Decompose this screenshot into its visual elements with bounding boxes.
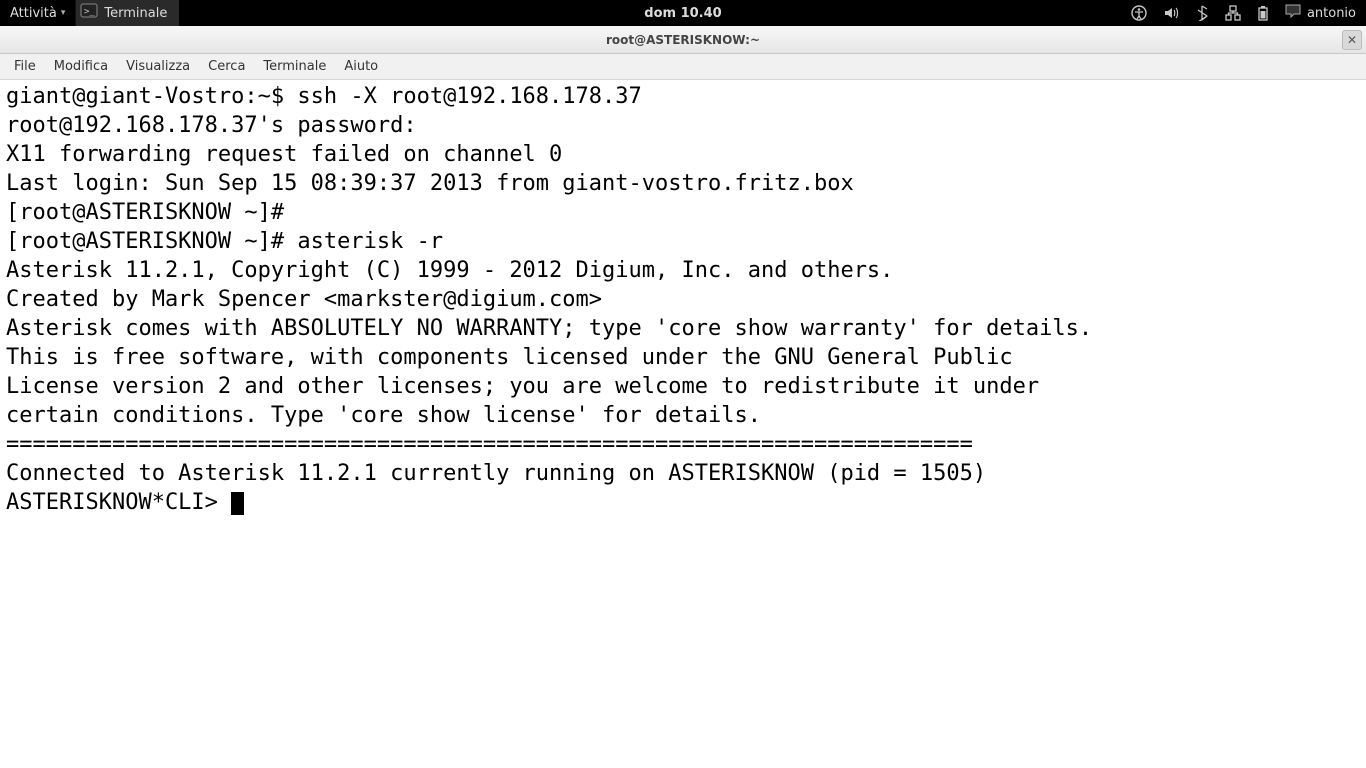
bluetooth-icon[interactable] [1195,5,1209,21]
accessibility-icon[interactable] [1131,5,1147,21]
chevron-down-icon: ▾ [61,8,66,18]
activities-label: Attività [10,6,57,21]
terminal-prompt: ASTERISKNOW*CLI> [6,490,231,515]
user-name: antonio [1307,6,1356,21]
clock-text: dom 10.40 [644,6,721,21]
battery-icon[interactable] [1257,5,1269,21]
close-icon: ✕ [1347,33,1357,47]
terminal-viewport[interactable]: giant@giant-Vostro:~$ ssh -X root@192.16… [0,80,1366,768]
menubar: File Modifica Visualizza Cerca Terminale… [0,54,1366,80]
network-wired-icon[interactable] [1225,5,1241,21]
menu-file[interactable]: File [6,56,44,77]
topbar-right: antonio [1131,0,1366,26]
clock[interactable]: dom 10.40 [644,6,721,21]
terminal-window: root@ASTERISKNOW:~ ✕ File Modifica Visua… [0,26,1366,768]
window-title: root@ASTERISKNOW:~ [606,33,760,47]
close-button[interactable]: ✕ [1342,30,1362,50]
active-app-button[interactable]: >_ Terminale [75,0,179,26]
gnome-topbar: Attività ▾ >_ Terminale dom 10.40 [0,0,1366,26]
volume-icon[interactable] [1163,5,1179,21]
menu-edit[interactable]: Modifica [46,56,116,77]
terminal-cursor [231,492,244,515]
activities-button[interactable]: Attività ▾ [0,0,75,26]
topbar-left: Attività ▾ >_ Terminale [0,0,179,26]
user-menu[interactable]: antonio [1285,4,1356,22]
menu-help[interactable]: Aiuto [336,56,386,77]
menu-view[interactable]: Visualizza [118,56,198,77]
svg-text:>_: >_ [84,7,95,17]
window-titlebar[interactable]: root@ASTERISKNOW:~ ✕ [0,26,1366,54]
active-app-label: Terminale [104,6,167,21]
menu-search[interactable]: Cerca [200,56,253,77]
user-available-icon [1285,4,1301,22]
terminal-app-icon: >_ [80,2,104,24]
menu-terminal[interactable]: Terminale [255,56,334,77]
